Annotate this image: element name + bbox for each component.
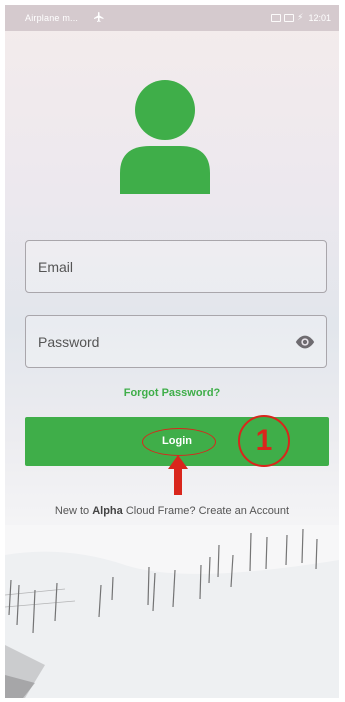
status-bar: Airplane m... ⚡ 12:01 (5, 5, 339, 31)
signup-prompt: New to Alpha Cloud Frame? Create an Acco… (5, 505, 339, 517)
status-time: 12:01 (308, 12, 331, 23)
create-account-link[interactable]: Create an Account (199, 505, 290, 517)
arrow-up-icon (168, 455, 188, 495)
status-airplane-label: Airplane m... (25, 13, 79, 23)
airplane-icon (94, 12, 104, 22)
battery-icon (284, 13, 295, 22)
lake-scenery-background (5, 525, 339, 698)
forgot-password-link[interactable]: Forgot Password? (5, 387, 339, 399)
password-field[interactable] (25, 315, 327, 368)
status-icons: ⚡ 12:01 (271, 12, 331, 23)
signup-prefix: New to (54, 505, 90, 517)
login-button-label: Login (162, 435, 192, 447)
annotation-step-badge: 1 (238, 415, 290, 467)
signup-brand: Alpha (92, 505, 123, 517)
signup-app-name: Cloud Frame? (125, 505, 196, 517)
eye-icon[interactable] (294, 333, 316, 351)
nfc-icon (271, 13, 282, 22)
password-input[interactable] (38, 316, 278, 367)
login-screen: Airplane m... ⚡ 12:01 Forgot Password? L… (5, 5, 339, 698)
charging-icon: ⚡ (297, 12, 304, 22)
email-input[interactable] (38, 241, 278, 292)
user-avatar-icon (120, 80, 210, 194)
email-field[interactable] (25, 240, 327, 293)
